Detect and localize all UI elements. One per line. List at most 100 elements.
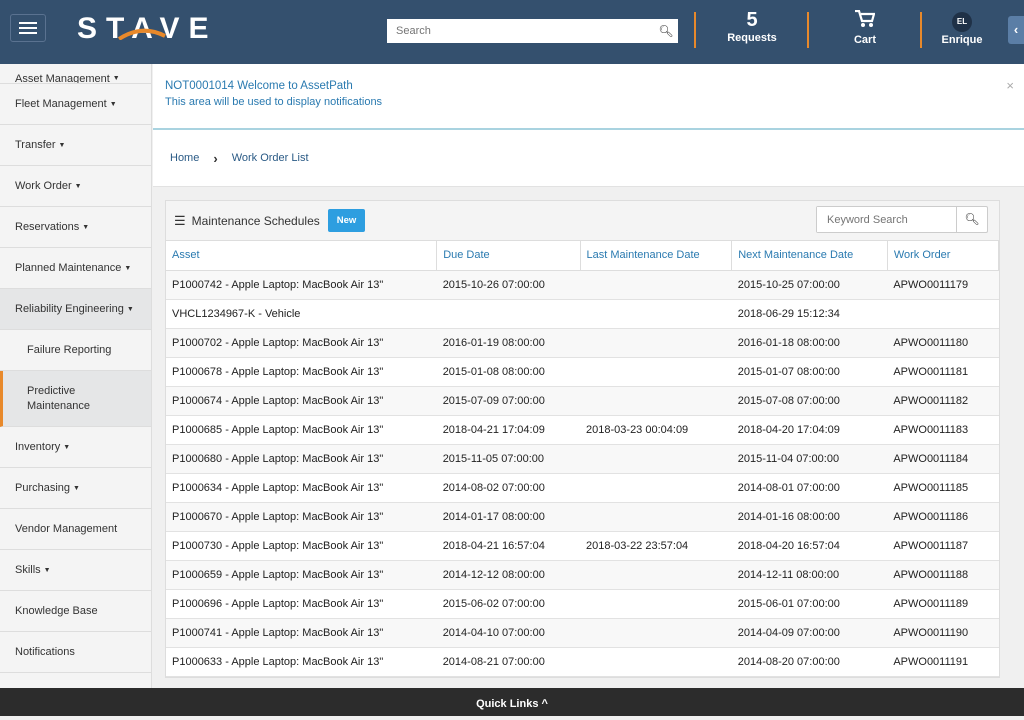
sidebar-item-predictive-maintenance[interactable]: Predictive Maintenance [0, 371, 151, 427]
table-row[interactable]: P1000634 - Apple Laptop: MacBook Air 13"… [166, 473, 999, 503]
chevron-left-icon[interactable]: ‹ [1008, 16, 1024, 44]
table-cell [580, 589, 732, 619]
list-icon[interactable]: ☰ [174, 213, 186, 229]
schedules-table: Asset Due Date Last Maintenance Date Next M… [166, 241, 1000, 677]
table-cell: 2018-04-21 16:57:04 [436, 531, 581, 561]
table-row[interactable]: P1000742 - Apple Laptop: MacBook Air 13"… [166, 270, 999, 300]
close-icon[interactable]: × [1006, 78, 1014, 94]
table-cell: 2015-07-08 07:00:00 [731, 386, 888, 416]
table-row[interactable]: P1000730 - Apple Laptop: MacBook Air 13"… [166, 531, 999, 561]
sidebar-item-inventory[interactable]: Inventory ▼ [0, 427, 151, 468]
table-cell [580, 270, 732, 300]
requests-button[interactable]: 5 Requests [722, 10, 782, 44]
table-cell: 2015-01-08 08:00:00 [436, 357, 581, 387]
table-cell: APWO0011185 [887, 473, 999, 503]
table-row[interactable]: P1000633 - Apple Laptop: MacBook Air 13"… [166, 647, 999, 677]
sidebar-item-fleet-management[interactable]: Fleet Management ▼ [0, 84, 151, 125]
table-cell: 2015-10-25 07:00:00 [731, 270, 888, 300]
table-cell: 2015-06-01 07:00:00 [731, 589, 888, 619]
sidebar-item-failure-reporting[interactable]: Failure Reporting [0, 330, 151, 371]
table-cell: APWO0011188 [887, 560, 999, 590]
table-cell: 2018-03-23 00:04:09 [580, 415, 732, 445]
sidebar-item-skills[interactable]: Skills ▼ [0, 550, 151, 591]
sidebar-item-knowledge-base[interactable]: Knowledge Base [0, 591, 151, 632]
sidebar-item-transfer[interactable]: Transfer ▼ [0, 125, 151, 166]
caret-down-icon: ▼ [73, 484, 80, 492]
search-input[interactable] [387, 25, 654, 37]
user-menu[interactable]: EL Enrique [937, 8, 987, 46]
table-row[interactable]: P1000696 - Apple Laptop: MacBook Air 13"… [166, 589, 999, 619]
table-row[interactable]: VHCL1234967-K - Vehicle 2018-06-29 15:12:… [166, 299, 999, 329]
table-cell: P1000634 - Apple Laptop: MacBook Air 13" [166, 473, 437, 503]
table-cell: 2014-08-21 07:00:00 [436, 647, 581, 677]
sidebar-item-label: Knowledge Base [15, 605, 98, 617]
table-cell [580, 386, 732, 416]
table-cell: 2015-11-04 07:00:00 [731, 444, 888, 474]
caret-down-icon: ▼ [109, 100, 117, 108]
keyword-search-input[interactable] [817, 207, 956, 232]
table-row[interactable]: P1000678 - Apple Laptop: MacBook Air 13"… [166, 357, 999, 387]
table-cell: APWO0011184 [887, 444, 999, 474]
column-header[interactable]: Next Maintenance Date [731, 241, 888, 271]
logo[interactable]: STAVE [77, 12, 218, 46]
sidebar-item-asset-management[interactable]: Asset Management ▼ [0, 64, 151, 84]
table-cell: 2018-04-21 17:04:09 [436, 415, 581, 445]
search-box: 🔍︎ [387, 19, 678, 43]
table-cell: 2014-08-20 07:00:00 [731, 647, 888, 677]
notification-title[interactable]: NOT0001014 Welcome to AssetPath [165, 78, 1012, 94]
sidebar-item-work-order[interactable]: Work Order ▼ [0, 166, 151, 207]
table-cell [887, 299, 999, 329]
column-header[interactable]: Last Maintenance Date [580, 241, 733, 271]
breadcrumb-home[interactable]: Home [170, 152, 199, 164]
table-cell: APWO0011182 [887, 386, 999, 416]
table-cell: 2015-07-09 07:00:00 [436, 386, 581, 416]
sidebar-item-reliability-engineering[interactable]: Reliability Engineering ▼ [0, 289, 151, 330]
table-cell: APWO0011190 [887, 618, 999, 648]
sidebar-item-label: Reservations [15, 221, 80, 233]
user-name: Enrique [941, 34, 983, 46]
search-icon[interactable]: 🔍︎ [654, 24, 678, 38]
sidebar-item-vendor-management[interactable]: Vendor Management [0, 509, 151, 550]
sidebar-item-planned-maintenance[interactable]: Planned Maintenance ▼ [0, 248, 151, 289]
table-cell: 2016-01-18 08:00:00 [731, 328, 888, 358]
table-row[interactable]: P1000741 - Apple Laptop: MacBook Air 13"… [166, 618, 999, 648]
table-cell: 2014-01-16 08:00:00 [731, 502, 888, 532]
column-header[interactable]: Asset [166, 241, 438, 271]
cart-button[interactable]: Cart [840, 9, 890, 46]
table-row[interactable]: P1000670 - Apple Laptop: MacBook Air 13"… [166, 502, 999, 532]
caret-down-icon: ▼ [126, 305, 134, 313]
quick-links-bar[interactable]: Quick Links ^ [0, 688, 1024, 716]
sidebar-item-label: Predictive Maintenance [27, 384, 90, 412]
table-cell: P1000685 - Apple Laptop: MacBook Air 13" [166, 415, 437, 445]
divider [920, 12, 922, 48]
table-cell [580, 618, 732, 648]
sidebar-item-label: Inventory [15, 441, 61, 453]
cart-icon [840, 9, 890, 32]
table-cell: P1000702 - Apple Laptop: MacBook Air 13" [166, 328, 437, 358]
breadcrumb: Home › Work Order List [153, 130, 1024, 187]
sidebar-item-notifications[interactable]: Notifications [0, 632, 151, 673]
new-button[interactable]: New [327, 209, 366, 232]
requests-label: Requests [727, 32, 777, 44]
column-header[interactable]: Work Order [887, 241, 1000, 271]
hamburger-menu-button[interactable] [10, 14, 46, 42]
sidebar-item-reservations[interactable]: Reservations ▼ [0, 207, 151, 248]
table-row[interactable]: P1000702 - Apple Laptop: MacBook Air 13"… [166, 328, 999, 358]
sidebar-item-purchasing[interactable]: Purchasing ▼ [0, 468, 151, 509]
table-cell: 2015-01-07 08:00:00 [731, 357, 888, 387]
table-cell [580, 560, 732, 590]
table-row[interactable]: P1000680 - Apple Laptop: MacBook Air 13"… [166, 444, 999, 474]
table-row[interactable]: P1000674 - Apple Laptop: MacBook Air 13"… [166, 386, 999, 416]
caret-down-icon: ▼ [82, 223, 90, 231]
cart-label: Cart [853, 34, 876, 46]
breadcrumb-current[interactable]: Work Order List [232, 152, 309, 164]
column-header[interactable]: Due Date [436, 241, 581, 271]
notification-body: This area will be used to display notifi… [165, 96, 383, 108]
table-cell: APWO0011181 [887, 357, 999, 387]
table-cell: P1000742 - Apple Laptop: MacBook Air 13" [166, 270, 437, 300]
table-cell [580, 444, 732, 474]
search-icon[interactable]: 🔍︎ [956, 207, 987, 232]
table-cell: 2014-12-11 08:00:00 [731, 560, 888, 590]
table-row[interactable]: P1000685 - Apple Laptop: MacBook Air 13"… [166, 415, 999, 445]
table-row[interactable]: P1000659 - Apple Laptop: MacBook Air 13"… [166, 560, 999, 590]
